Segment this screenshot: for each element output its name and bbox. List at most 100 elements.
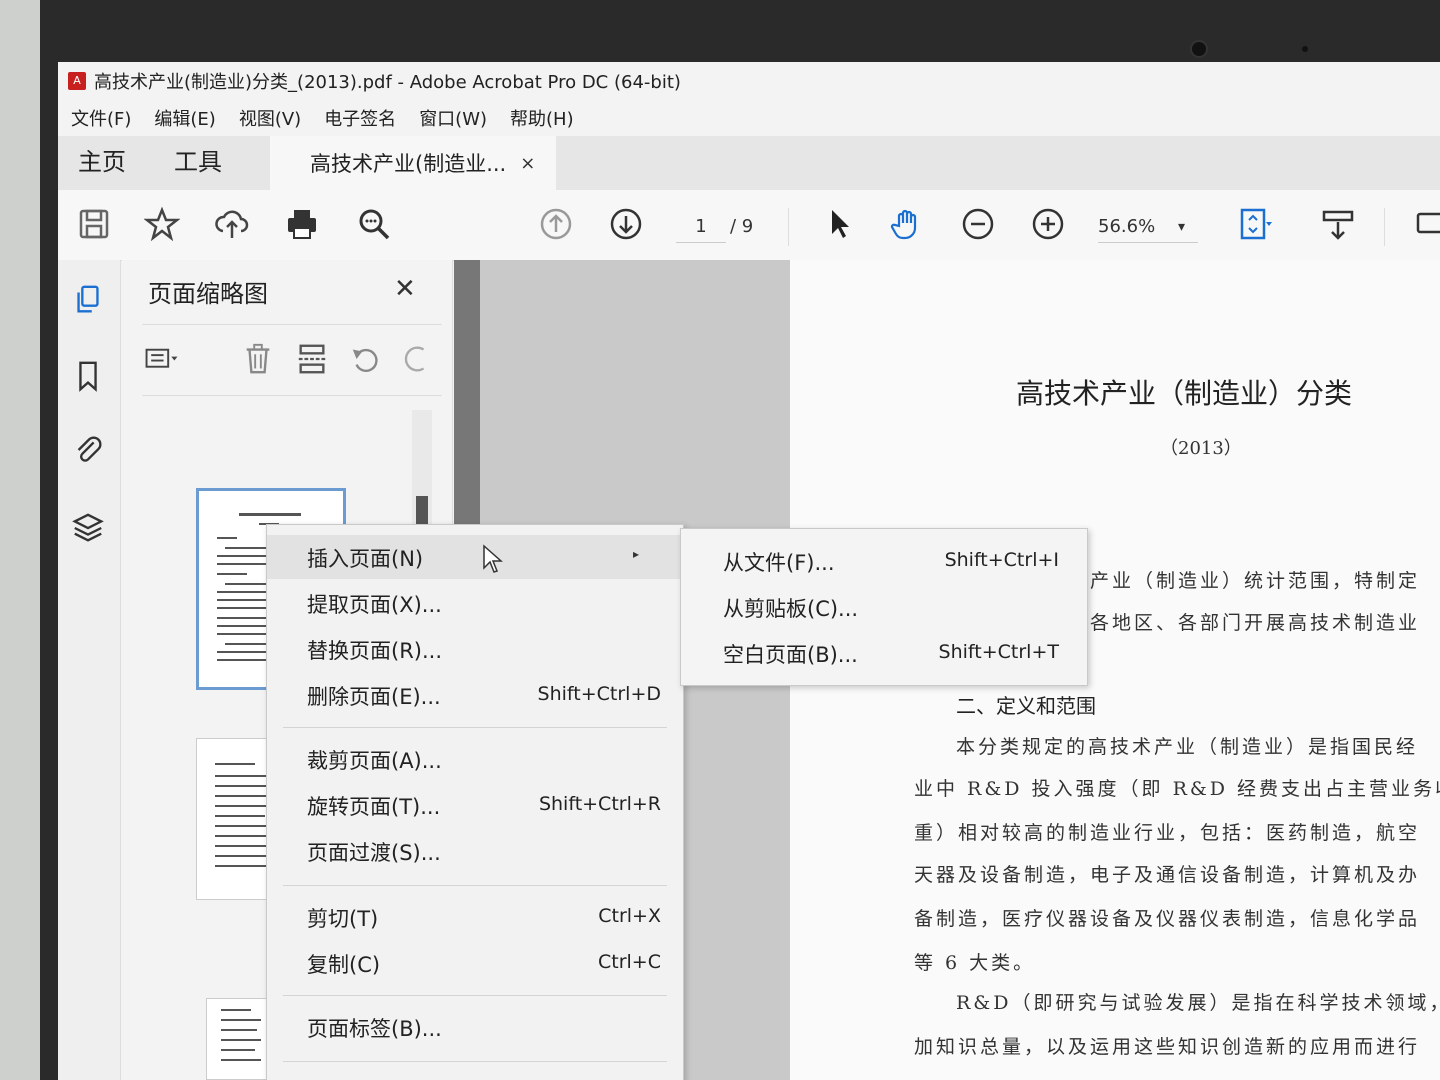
menu-view[interactable]: 视图(V): [239, 105, 301, 131]
left-navigation-rail: [58, 260, 121, 1080]
tab-home[interactable]: 主页: [78, 142, 126, 177]
split-page-icon[interactable]: [292, 339, 332, 379]
menu-cut[interactable]: 剪切(T) Ctrl+X: [267, 895, 683, 939]
menu-item-label: 页面标签(B)...: [307, 1017, 442, 1041]
zoom-in-icon[interactable]: [1028, 204, 1068, 244]
tab-document[interactable]: 高技术产业(制造业... ×: [270, 136, 556, 190]
hand-icon[interactable]: [888, 204, 928, 244]
menu-separator: [283, 885, 667, 886]
thumbnail-toolbar: [142, 324, 442, 396]
acrobat-window: A 高技术产业(制造业)分类_(2013).pdf - Adobe Acroba…: [58, 62, 1440, 1080]
submenu-item-label: 从剪贴板(C)...: [723, 597, 859, 621]
menu-window[interactable]: 窗口(W): [419, 105, 487, 131]
layers-icon[interactable]: [68, 508, 108, 548]
tab-tools[interactable]: 工具: [174, 142, 222, 177]
submenu-from-clipboard[interactable]: 从剪贴板(C)...: [681, 585, 1087, 629]
panel-close-icon[interactable]: ✕: [394, 274, 416, 304]
doc-line: 本分类规定的高技术产业（制造业）是指国民经: [956, 736, 1419, 758]
document-title: 高技术产业（制造业）分类: [1016, 377, 1353, 410]
menu-shortcut: Ctrl+X: [598, 905, 661, 927]
page-total: / 9: [730, 216, 754, 237]
webcam: [1190, 40, 1208, 58]
title-bar: A 高技术产业(制造业)分类_(2013).pdf - Adobe Acroba…: [58, 62, 1440, 100]
tab-document-label: 高技术产业(制造业...: [310, 152, 507, 176]
submenu-blank-page[interactable]: 空白页面(B)... Shift+Ctrl+T: [681, 631, 1087, 675]
menu-item-label: 替换页面(R)...: [307, 639, 443, 663]
zoom-dropdown-icon[interactable]: ▾: [1178, 212, 1185, 242]
section-heading: 二、定义和范围: [956, 694, 1096, 718]
doc-line: 产业（制造业）统计范围，特制定: [1090, 570, 1421, 592]
menu-delete-pages[interactable]: 删除页面(E)... Shift+Ctrl+D: [267, 673, 683, 717]
document-year: （2013）: [1160, 438, 1242, 459]
submenu-arrow-icon: ▸: [632, 547, 639, 561]
panel-title: 页面缩略图: [148, 280, 268, 308]
menu-page-labels[interactable]: 页面标签(B)...: [267, 1005, 683, 1049]
page-up-icon[interactable]: [536, 204, 576, 244]
scroll-mode-icon[interactable]: [1318, 204, 1358, 244]
menu-item-label: 复制(C): [307, 953, 381, 977]
page-context-menu: 插入页面(N) ▸ 提取页面(X)... 替换页面(R)... 删除页面(E).…: [266, 524, 684, 1080]
tab-bar: 主页 工具 高技术产业(制造业... ×: [58, 136, 1440, 190]
delete-page-icon[interactable]: [238, 339, 278, 379]
window-title: 高技术产业(制造业)分类_(2013).pdf - Adobe Acrobat …: [94, 72, 681, 93]
page-down-icon[interactable]: [606, 204, 646, 244]
menu-separator: [283, 995, 667, 996]
menu-file[interactable]: 文件(F): [71, 105, 131, 131]
menu-item-label: 剪切(T): [307, 907, 379, 931]
menu-copy[interactable]: 复制(C) Ctrl+C: [267, 941, 683, 985]
menu-extract-pages[interactable]: 提取页面(X)...: [267, 581, 683, 625]
tab-close-icon[interactable]: ×: [520, 153, 535, 174]
bookmark-icon[interactable]: [68, 356, 108, 396]
submenu-shortcut: Shift+Ctrl+T: [938, 641, 1059, 663]
menu-shortcut: Shift+Ctrl+R: [538, 793, 661, 815]
upload-icon[interactable]: [212, 204, 252, 244]
search-zoom-icon[interactable]: [354, 204, 394, 244]
menu-separator: [283, 1061, 667, 1062]
menu-help[interactable]: 帮助(H): [510, 105, 574, 131]
print-icon[interactable]: [282, 204, 322, 244]
star-icon[interactable]: [142, 204, 182, 244]
menu-replace-pages[interactable]: 替换页面(R)...: [267, 627, 683, 671]
menu-edit[interactable]: 编辑(E): [154, 105, 215, 131]
menu-item-label: 旋转页面(T)...: [307, 795, 441, 819]
doc-line: 备制造，医疗仪器设备及仪器仪表制造，信息化学品: [914, 908, 1421, 930]
menu-separator: [283, 727, 667, 728]
toolbar: 1 / 9 56.6% ▾: [58, 190, 1440, 261]
doc-line: 业中 R&D 投入强度（即 R&D 经费支出占主营业务收入: [914, 778, 1440, 800]
background-left: [0, 0, 40, 1080]
menu-crop-pages[interactable]: 裁剪页面(A)...: [267, 737, 683, 781]
menu-item-label: 插入页面(N): [307, 547, 424, 571]
zoom-out-icon[interactable]: [958, 204, 998, 244]
page-number-input[interactable]: 1: [676, 212, 726, 243]
doc-line: R&D（即研究与试验发展）是指在科学技术领域，: [956, 992, 1440, 1014]
menu-bar: 文件(F) 编辑(E) 视图(V) 电子签名 窗口(W) 帮助(H): [58, 102, 1440, 134]
select-arrow-icon[interactable]: [820, 204, 860, 244]
insert-pages-submenu: 从文件(F)... Shift+Ctrl+I 从剪贴板(C)... 空白页面(B…: [680, 528, 1088, 686]
menu-shortcut: Shift+Ctrl+D: [537, 683, 661, 705]
fit-page-icon[interactable]: [1234, 204, 1274, 244]
mouse-cursor-icon: [483, 544, 503, 573]
toolbar-divider: [788, 208, 789, 246]
menu-rotate-pages[interactable]: 旋转页面(T)... Shift+Ctrl+R: [267, 783, 683, 827]
menu-item-label: 页面过渡(S)...: [307, 841, 441, 865]
submenu-item-label: 空白页面(B)...: [723, 643, 858, 667]
comment-icon[interactable]: [1406, 204, 1440, 244]
toolbar-divider-2: [1384, 208, 1385, 246]
menu-item-label: 提取页面(X)...: [307, 593, 442, 617]
attachment-icon[interactable]: [68, 430, 108, 470]
rotate-left-icon[interactable]: [346, 339, 386, 379]
menu-item-label: 删除页面(E)...: [307, 685, 441, 709]
save-icon[interactable]: [74, 204, 114, 244]
submenu-from-file[interactable]: 从文件(F)... Shift+Ctrl+I: [681, 539, 1087, 583]
menu-insert-pages[interactable]: 插入页面(N) ▸: [267, 535, 683, 579]
menu-shortcut: Ctrl+C: [598, 951, 661, 973]
menu-esign[interactable]: 电子签名: [324, 105, 396, 131]
camera-sensor: [1302, 46, 1308, 52]
doc-line: 各地区、各部门开展高技术制造业: [1090, 612, 1421, 634]
rotate-right-icon[interactable]: [396, 339, 436, 379]
doc-line: 重）相对较高的制造业行业，包括：医药制造，航空: [914, 822, 1421, 844]
menu-page-transitions[interactable]: 页面过渡(S)...: [267, 829, 683, 873]
thumbnails-icon[interactable]: [68, 280, 108, 320]
options-menu-icon[interactable]: [142, 339, 182, 379]
doc-line: 天器及设备制造，电子及通信设备制造，计算机及办: [914, 864, 1421, 886]
